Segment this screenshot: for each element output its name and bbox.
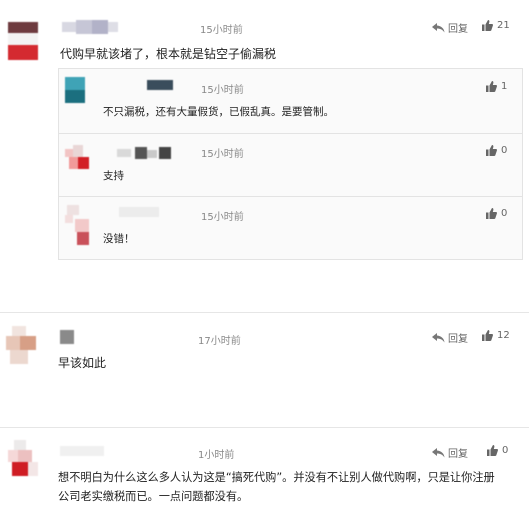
reply-icon [432,22,445,32]
thumbs-up-icon [486,145,497,156]
reply-button[interactable]: 回复 [432,330,468,345]
like-button[interactable]: 0 [487,445,508,456]
username-blurred[interactable] [60,330,74,344]
avatar[interactable] [8,22,38,60]
replies-container: 15小时前 1 不只漏税，还有大量假货，已假乱真。是要管制。 15小时前 0 支… [58,68,523,260]
like-button[interactable]: 12 [482,330,510,341]
reply-time: 15小时前 [201,85,244,96]
comment-text: 早该如此 [58,356,107,370]
comment-text-line-2: 公司老实缴税而已。一点问题都没有。 [58,490,249,503]
like-count: 1 [501,81,508,92]
avatar[interactable] [65,145,91,173]
comment-text: 代购早就该堵了，根本就是钻空子偷漏税 [60,47,277,61]
username-blurred[interactable] [117,147,173,159]
username-blurred[interactable] [147,80,173,90]
reply-icon [432,447,445,457]
like-count: 0 [501,145,508,156]
like-count: 12 [497,330,510,341]
like-count: 21 [497,20,510,31]
like-button[interactable]: 0 [486,145,507,156]
avatar[interactable] [8,440,40,480]
reply-text: 没错！ [103,233,135,245]
comment-time: 15小时前 [200,25,243,36]
avatar[interactable] [4,326,38,366]
reply-button[interactable]: 回复 [432,20,468,35]
reply-label: 回复 [448,334,468,345]
like-button[interactable]: 0 [486,208,507,219]
comment-time: 17小时前 [198,336,241,347]
reply-time: 15小时前 [201,149,244,160]
reply-text: 支持 [103,170,124,182]
like-button[interactable]: 21 [482,20,510,31]
divider [0,312,529,313]
comment-text-line-1: 想不明白为什么这么多人认为这是“搞死代购”。并没有不让别人做代购啊，只是让你注册 [58,471,495,484]
like-count: 0 [501,208,508,219]
thumbs-up-icon [486,81,497,92]
thumbs-up-icon [486,208,497,219]
thumbs-up-icon [487,445,498,456]
username-blurred[interactable] [62,20,118,34]
thumbs-up-icon [482,330,493,341]
thumbs-up-icon [482,20,493,31]
avatar[interactable] [65,77,85,103]
reply-button[interactable]: 回复 [432,445,468,460]
reply-icon [432,332,445,342]
reply-time: 15小时前 [201,212,244,223]
username-blurred[interactable] [119,207,159,217]
divider [0,427,529,428]
like-button[interactable]: 1 [486,81,507,92]
reply-label: 回复 [448,449,468,460]
reply-label: 回复 [448,24,468,35]
username-blurred[interactable] [60,446,104,456]
like-count: 0 [502,445,509,456]
reply-text: 不只漏税，还有大量假货，已假乱真。是要管制。 [103,106,334,118]
avatar[interactable] [65,205,91,245]
comment-time: 1小时前 [198,450,235,461]
